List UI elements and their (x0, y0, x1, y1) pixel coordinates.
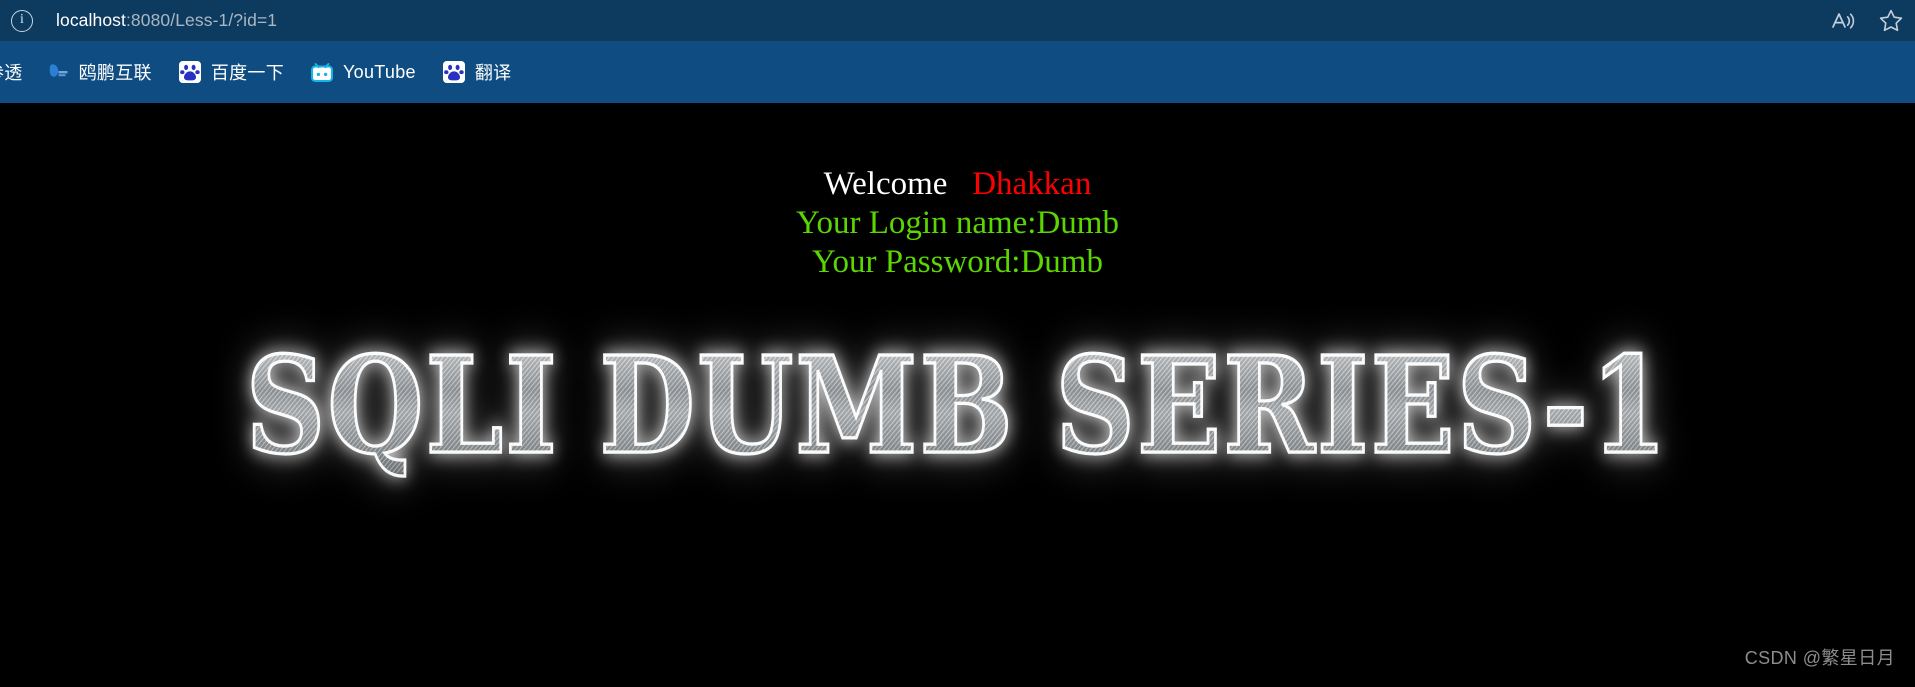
bookmark-label: 百度一下 (210, 63, 285, 83)
bookmark-label: YouTube (343, 61, 416, 82)
banner-graphic: SQLI DUMB SERIES-1 (0, 337, 1915, 473)
bookmarks-bar: 参透 鸥鹏互联 (0, 41, 1915, 103)
read-aloud-icon[interactable] (1819, 0, 1867, 41)
opc-logo-icon (47, 61, 69, 83)
bookmark-item-3[interactable]: YouTube (302, 52, 425, 92)
browser-window: i localhost:8080/Less-1/?id=1 参透 (0, 0, 1915, 687)
csdn-watermark: CSDN @繁星日月 (1744, 648, 1895, 668)
url-host: localhost (56, 10, 126, 30)
user-name: Dhakkan (972, 166, 1092, 202)
url-path: :8080/Less-1/?id=1 (125, 10, 278, 30)
welcome-line: Welcome Dhakkan (0, 165, 1915, 204)
site-info-icon[interactable]: i (11, 9, 33, 32)
welcome-spacer (947, 166, 972, 202)
bookmark-item-1[interactable]: 鸥鹏互联 (38, 52, 161, 92)
info-glyph: i (20, 12, 24, 27)
toolbar-actions (1819, 0, 1915, 41)
password-line: Your Password:Dumb (812, 243, 1103, 280)
banner-title: SQLI DUMB SERIES-1 (244, 326, 1670, 484)
address-bar: i localhost:8080/Less-1/?id=1 (0, 0, 1915, 41)
bookmark-item-0[interactable]: 参透 (0, 52, 29, 92)
baidu-translate-icon (442, 61, 465, 83)
login-name-line: Your Login name:Dumb (796, 204, 1119, 241)
favorites-star-icon[interactable] (1867, 0, 1915, 41)
greeting-block: Welcome Dhakkan Your Login name:Dumb You… (0, 103, 1915, 282)
page-content: Welcome Dhakkan Your Login name:Dumb You… (0, 103, 1915, 687)
bookmark-label: 鸥鹏互联 (78, 63, 152, 83)
bookmark-label: 翻译 (474, 63, 512, 83)
baidu-paw-icon (178, 61, 201, 83)
youtube-icon (311, 61, 334, 83)
welcome-label: Welcome (823, 166, 948, 202)
bookmark-item-2[interactable]: 百度一下 (170, 52, 293, 92)
bookmark-item-4[interactable]: 翻译 (434, 52, 521, 92)
address-bar-url[interactable]: localhost:8080/Less-1/?id=1 (56, 10, 277, 31)
bookmark-label: 参透 (0, 63, 23, 83)
